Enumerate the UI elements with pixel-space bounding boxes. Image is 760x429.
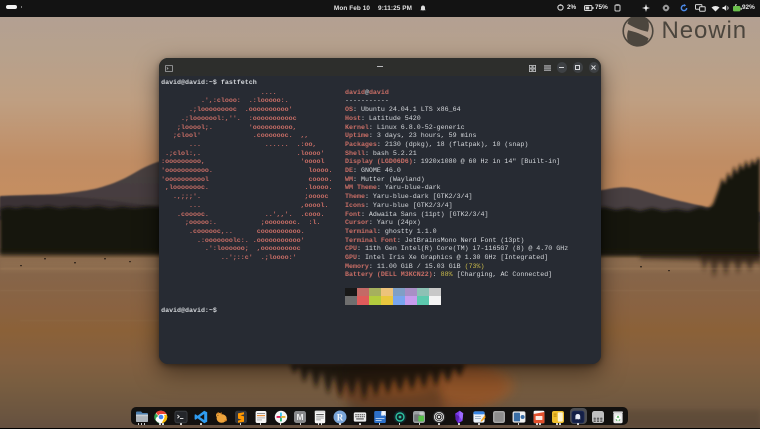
svg-text:R: R bbox=[337, 412, 344, 422]
svg-text:M: M bbox=[297, 412, 304, 422]
